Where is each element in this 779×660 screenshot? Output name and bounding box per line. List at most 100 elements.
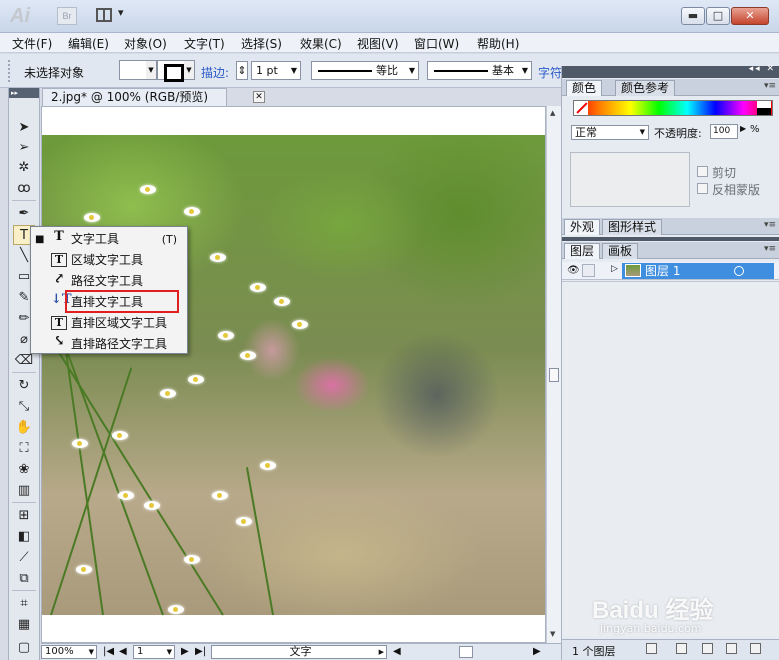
visibility-eye-icon[interactable]: 👁 (567, 265, 580, 276)
horizontal-scroll-thumb[interactable] (459, 646, 473, 658)
panel-menu-icon[interactable]: ▾≡ (764, 220, 776, 230)
make-clipping-mask-icon[interactable] (676, 643, 687, 654)
fill-dropdown-icon[interactable]: ▼ (146, 60, 157, 80)
tab-graphic-styles[interactable]: 图形样式 (602, 219, 663, 235)
stroke-weight-stepper[interactable]: ⇕ (236, 61, 248, 80)
opacity-input[interactable]: 100 (710, 124, 738, 139)
menu-edit[interactable]: 编辑(E) (68, 35, 109, 52)
menu-view[interactable]: 视图(V) (357, 35, 399, 52)
magic-wand-tool-icon[interactable]: ✲ (13, 158, 35, 178)
grip-handle[interactable] (8, 60, 12, 82)
brush-definition-select[interactable]: 基本 ▼ (427, 61, 532, 80)
stroke-swatch[interactable] (157, 60, 185, 82)
chevron-down-icon[interactable]: ▾ (118, 6, 124, 19)
vertical-area-type-tool-item[interactable]: T 直排区域文字工具 (31, 313, 187, 334)
current-tool-status[interactable]: 文字 ▶ (211, 645, 387, 659)
expand-layer-icon[interactable]: ▷ (611, 264, 618, 274)
workspace-switcher-icon[interactable] (96, 8, 112, 22)
column-graph-tool-icon[interactable]: ▥ (13, 481, 35, 501)
tab-color[interactable]: 颜色 (566, 80, 603, 96)
layer-target-icon[interactable] (734, 266, 744, 276)
locate-object-icon[interactable] (646, 643, 657, 654)
panel-dock-header[interactable]: ◂◂ ✕ (562, 64, 779, 78)
scroll-right-arrow-icon[interactable]: ▶ (533, 645, 541, 659)
artboard-tool-icon[interactable]: ⌗ (13, 594, 35, 614)
vertical-type-on-path-tool-item[interactable]: ⤥ 直排路径文字工具 (31, 334, 187, 355)
column-chart-icon[interactable]: ▦ (13, 615, 35, 635)
prev-artboard-icon[interactable]: ◀ (119, 645, 127, 659)
toolbar-collapse-handle[interactable]: ▸▸ (9, 88, 39, 98)
last-artboard-icon[interactable]: ▶| (195, 645, 206, 659)
layer-row[interactable]: 👁 ▷ 图层 1 (562, 262, 779, 280)
bridge-button[interactable]: Br (57, 7, 77, 25)
new-layer-icon[interactable] (726, 643, 737, 654)
menu-effect[interactable]: 效果(C) (300, 35, 342, 52)
scroll-left-arrow-icon[interactable]: ◀ (393, 645, 401, 659)
vertical-scrollbar[interactable]: ▲ ▼ (546, 106, 561, 643)
stroke-weight-select[interactable]: 1 pt ▼ (251, 61, 301, 80)
lasso-tool-icon[interactable]: ꝏ (13, 179, 35, 199)
scrollbar-thumb[interactable] (549, 368, 559, 382)
maximize-button[interactable]: □ (706, 7, 730, 25)
artboard-number-select[interactable]: 1 ▼ (133, 645, 175, 659)
tab-color-guide[interactable]: 颜色参考 (615, 80, 676, 96)
eyedropper-tool-icon[interactable]: ⟋ (13, 548, 35, 568)
screen-mode-icon[interactable]: ▢ (13, 638, 35, 658)
character-panel-link[interactable]: 字符 (538, 64, 562, 81)
opacity-dropdown-icon[interactable]: ▶ (740, 124, 746, 133)
scale-tool-icon[interactable]: ⤡ (13, 397, 35, 417)
stroke-panel-link[interactable]: 描边: (201, 64, 229, 81)
selection-tool-icon[interactable]: ➤ (13, 118, 35, 138)
panel-menu-icon[interactable]: ▾≡ (764, 244, 776, 254)
clip-checkbox[interactable] (697, 166, 708, 177)
blend-mode-select[interactable]: 正常 ▼ (571, 125, 649, 140)
warp-tool-icon[interactable]: ✋ (13, 418, 35, 438)
delete-layer-icon[interactable] (750, 643, 761, 654)
layer-thumbnail (625, 264, 641, 277)
scroll-up-arrow-icon[interactable]: ▲ (550, 109, 555, 117)
fill-swatch[interactable] (119, 60, 147, 80)
artboard-canvas[interactable] (41, 106, 546, 643)
layers-list (562, 281, 779, 636)
area-type-tool-item[interactable]: T 区域文字工具 (31, 250, 187, 271)
zoom-select[interactable]: 100% ▼ (41, 645, 97, 659)
tab-appearance[interactable]: 外观 (564, 219, 601, 235)
first-artboard-icon[interactable]: |◀ (103, 645, 114, 659)
black-white-swatch[interactable] (757, 101, 771, 115)
lock-toggle[interactable] (582, 264, 595, 277)
collapse-panels-icon[interactable]: ◂◂ ✕ (749, 64, 776, 74)
close-window-button[interactable]: ✕ (731, 7, 769, 25)
color-spectrum-bar[interactable] (573, 100, 773, 116)
placed-photo[interactable] (42, 135, 545, 616)
gradient-tool-icon[interactable]: ◧ (13, 527, 35, 547)
menu-object[interactable]: 对象(O) (124, 35, 167, 52)
stroke-dropdown-icon[interactable]: ▼ (184, 60, 195, 80)
variable-width-profile-select[interactable]: 等比 ▼ (311, 61, 419, 80)
invert-mask-checkbox[interactable] (697, 183, 708, 194)
minimize-button[interactable]: ▬ (681, 7, 705, 25)
menu-type[interactable]: 文字(T) (184, 35, 225, 52)
free-transform-tool-icon[interactable]: ⛶ (13, 439, 35, 459)
menu-file[interactable]: 文件(F) (12, 35, 52, 52)
menu-window[interactable]: 窗口(W) (414, 35, 459, 52)
pen-tool-icon[interactable]: ✒ (13, 204, 35, 224)
type-tool-item[interactable]: ■ T 文字工具 (T) (31, 229, 187, 250)
symbol-sprayer-tool-icon[interactable]: ❀ (13, 460, 35, 480)
tab-artboards[interactable]: 画板 (602, 243, 639, 259)
close-document-icon[interactable]: ✕ (253, 91, 265, 103)
mesh-tool-icon[interactable]: ⊞ (13, 506, 35, 526)
blend-tool-icon[interactable]: ⧉ (13, 569, 35, 589)
type-on-path-tool-item[interactable]: ⤤ 路径文字工具 (31, 271, 187, 292)
new-sublayer-icon[interactable] (702, 643, 713, 654)
menu-select[interactable]: 选择(S) (241, 35, 282, 52)
direct-selection-tool-icon[interactable]: ➢ (13, 138, 35, 158)
panel-menu-icon[interactable]: ▾≡ (764, 81, 776, 91)
menu-help[interactable]: 帮助(H) (477, 35, 519, 52)
tab-layers[interactable]: 图层 (564, 243, 601, 259)
layer-selection[interactable]: 图层 1 (622, 263, 774, 279)
document-tab[interactable]: 2.jpg* @ 100% (RGB/预览) ✕ (42, 88, 265, 106)
scroll-down-arrow-icon[interactable]: ▼ (550, 630, 555, 638)
layers-panel-tabs: 图层 画板 ▾≡ (562, 242, 779, 259)
rotate-tool-icon[interactable]: ↻ (13, 376, 35, 396)
next-artboard-icon[interactable]: ▶ (181, 645, 189, 659)
